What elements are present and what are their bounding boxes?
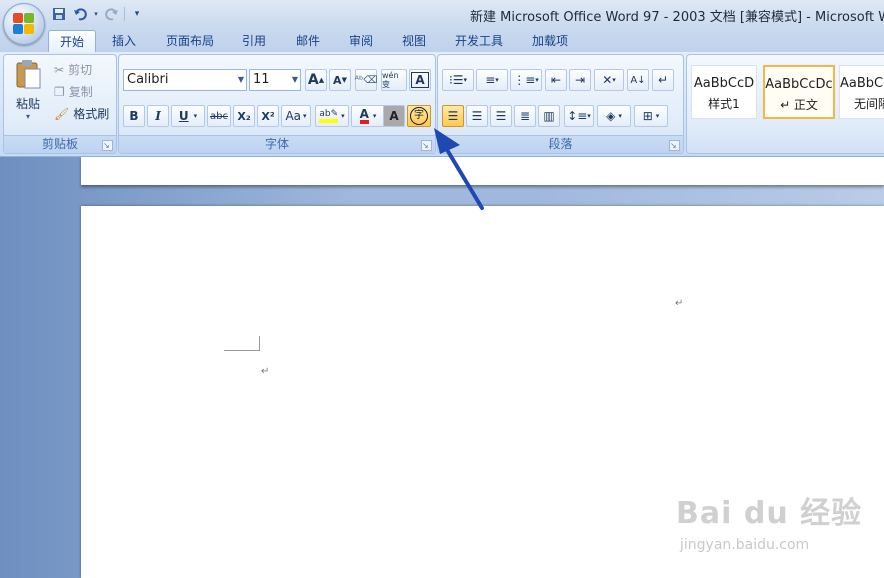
baidu-watermark-url: jingyan.baidu.com — [680, 537, 810, 553]
office-logo-icon — [13, 13, 35, 35]
baidu-watermark: Bai du 经验 — [676, 496, 863, 531]
office-button[interactable] — [3, 3, 45, 45]
